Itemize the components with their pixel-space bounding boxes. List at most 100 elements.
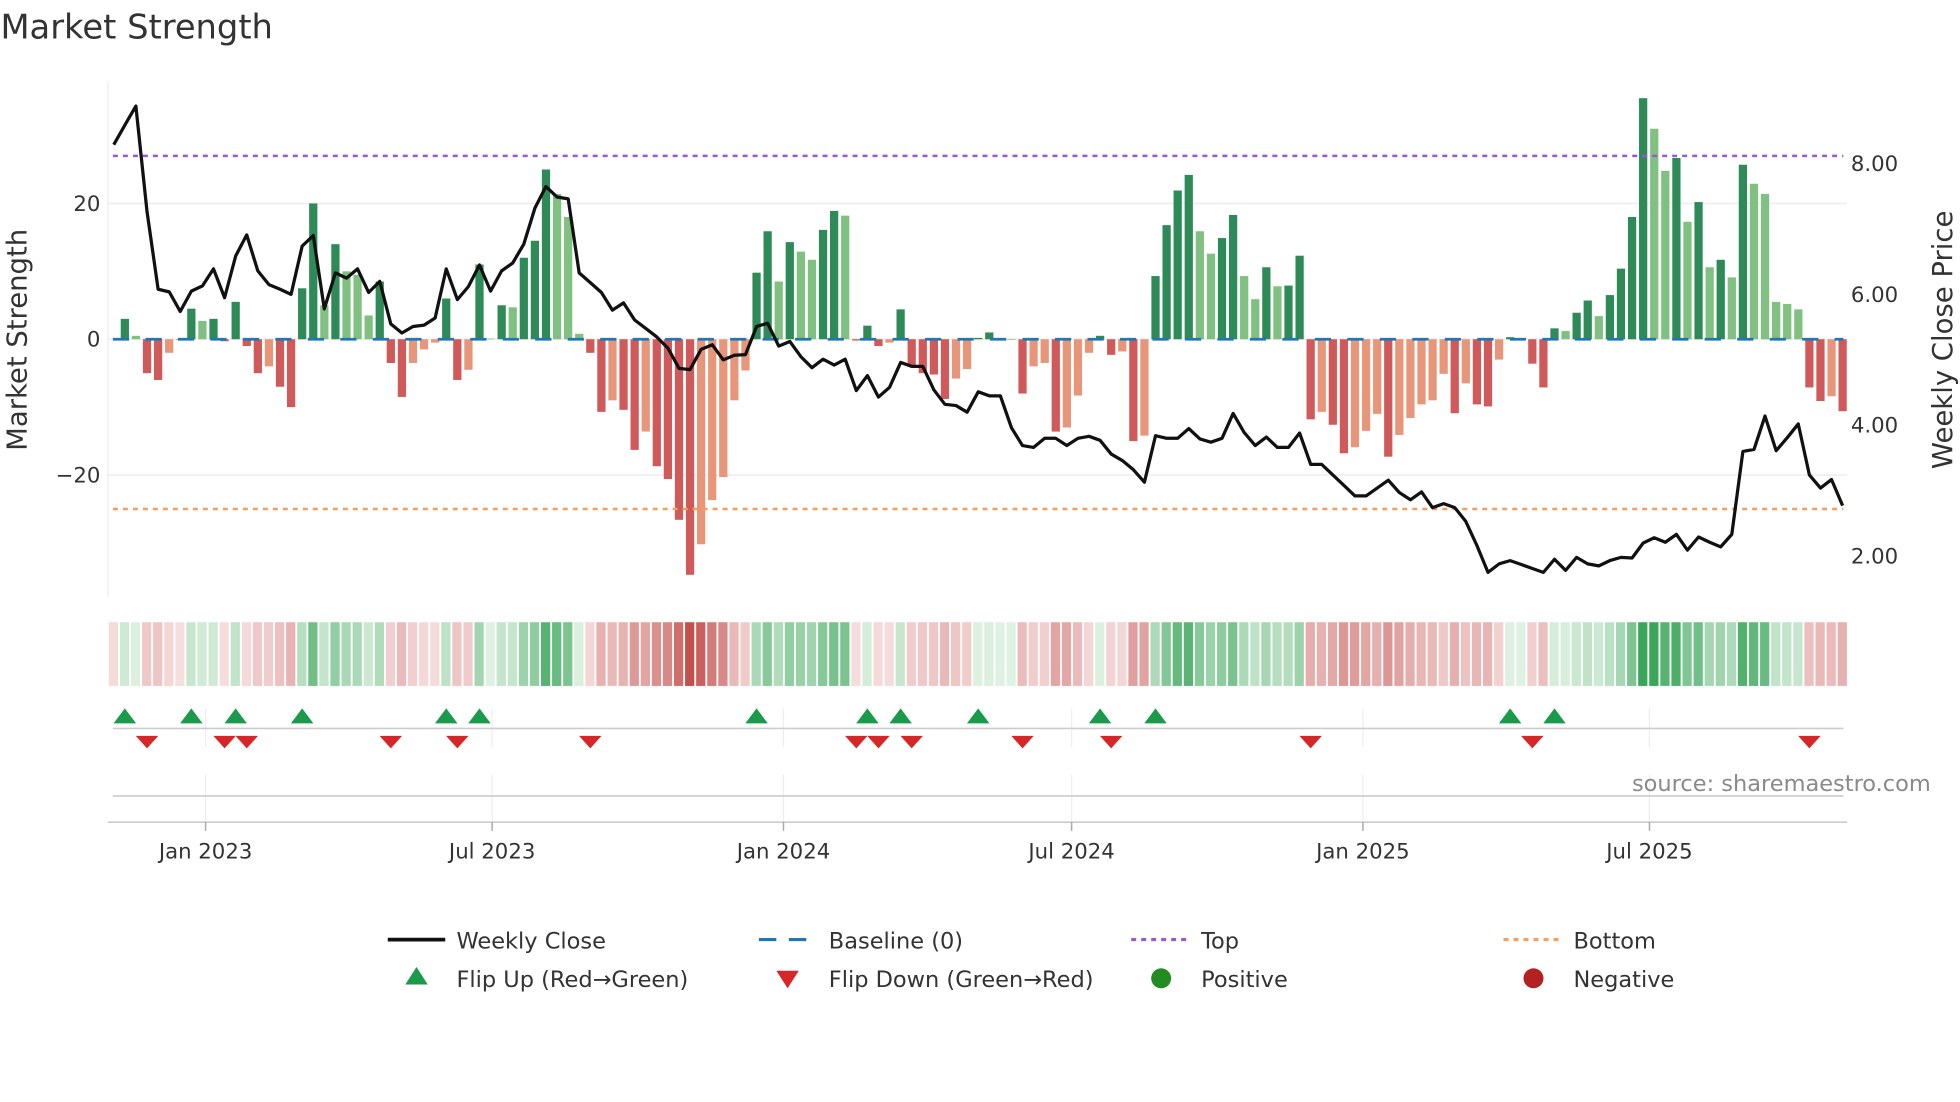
circle-icon bbox=[1151, 968, 1172, 989]
strength-bar bbox=[1805, 339, 1814, 388]
heatmap-cell bbox=[1172, 622, 1182, 686]
strength-bar bbox=[1184, 174, 1193, 340]
legend-negative[interactable]: Negative bbox=[1523, 967, 1675, 993]
heatmap-cell bbox=[352, 622, 362, 686]
strength-bar bbox=[1029, 339, 1038, 367]
strength-bar bbox=[309, 203, 318, 340]
strength-bar bbox=[708, 339, 717, 501]
strength-bar bbox=[1783, 303, 1792, 340]
strength-bar bbox=[1350, 339, 1360, 448]
heatmap-cell bbox=[1748, 622, 1759, 686]
heatmap-cell bbox=[662, 622, 673, 686]
heatmap-cell bbox=[585, 622, 595, 686]
strength-bar bbox=[286, 339, 296, 408]
strength-bar bbox=[1650, 128, 1659, 340]
legend-baseline[interactable]: Baseline (0) bbox=[758, 928, 963, 954]
legend-top[interactable]: Top bbox=[1131, 928, 1239, 954]
heatmap-cell bbox=[1150, 622, 1160, 686]
heatmap-cell bbox=[1294, 622, 1304, 686]
heatmap-cell bbox=[1272, 622, 1282, 686]
strength-bar bbox=[1550, 328, 1559, 340]
strength-bar bbox=[353, 274, 362, 340]
strength-bar bbox=[1705, 267, 1714, 340]
legend-label: Top bbox=[1200, 928, 1239, 954]
heatmap-cell bbox=[1837, 622, 1847, 686]
strength-bar bbox=[1118, 339, 1127, 352]
heatmap-cell bbox=[1084, 622, 1094, 686]
heatmap-cell bbox=[1039, 622, 1049, 686]
strength-bar bbox=[1228, 214, 1238, 340]
strength-bar bbox=[1738, 164, 1748, 340]
flip-down-marker bbox=[845, 735, 868, 749]
heatmap-cell bbox=[1516, 622, 1526, 686]
strength-bar bbox=[586, 339, 595, 353]
strength-bar bbox=[785, 242, 794, 340]
strength-bar bbox=[1417, 339, 1426, 405]
strength-bar bbox=[619, 339, 628, 410]
strength-bar bbox=[652, 339, 661, 467]
strength-bar bbox=[1627, 217, 1637, 340]
heatmap-cell bbox=[1106, 622, 1116, 686]
legend-flip-down[interactable]: Flip Down (Green→Red) bbox=[776, 967, 1094, 993]
strength-bar bbox=[364, 315, 373, 340]
strength-bar bbox=[907, 339, 916, 367]
strength-bar bbox=[1306, 339, 1315, 420]
heatmap-cell bbox=[396, 622, 407, 686]
heatmap-cell bbox=[618, 622, 628, 686]
heatmap-cell bbox=[1615, 622, 1626, 686]
heatmap-cell bbox=[1438, 622, 1448, 686]
heatmap-cell bbox=[452, 622, 462, 686]
legend-positive[interactable]: Positive bbox=[1151, 967, 1288, 993]
legend-weekly-close[interactable]: Weekly Close bbox=[387, 928, 606, 954]
heatmap-cell bbox=[685, 622, 695, 686]
strength-bar bbox=[298, 288, 307, 340]
strength-bar bbox=[1583, 300, 1592, 340]
heatmap-cell bbox=[840, 622, 850, 686]
flip-down-marker bbox=[1099, 735, 1123, 749]
heatmap-cell bbox=[1205, 622, 1216, 686]
strength-bar bbox=[1328, 339, 1337, 425]
strength-bar bbox=[1605, 295, 1615, 340]
legend-flip-up[interactable]: Flip Up (Red→Green) bbox=[405, 967, 688, 993]
strength-bar bbox=[342, 271, 351, 340]
heatmap-cell bbox=[751, 622, 761, 686]
heatmap-cell bbox=[1760, 622, 1770, 686]
strength-bar bbox=[1373, 339, 1382, 414]
strength-bar bbox=[331, 244, 340, 340]
strength-bar bbox=[1683, 221, 1692, 340]
strength-bar bbox=[1217, 238, 1227, 340]
strength-bar bbox=[663, 339, 673, 480]
legend-bottom[interactable]: Bottom bbox=[1503, 928, 1656, 954]
heatmap-cell bbox=[175, 622, 185, 686]
strength-bar bbox=[153, 339, 163, 380]
strength-bars bbox=[120, 98, 1847, 575]
heatmap-cell bbox=[1815, 622, 1825, 686]
flip-up-marker bbox=[290, 708, 314, 724]
strength-bar bbox=[951, 339, 961, 379]
strength-bar bbox=[1129, 339, 1138, 442]
strength-bar bbox=[1639, 98, 1648, 340]
heatmap-cell bbox=[1405, 622, 1415, 686]
strength-heatmap-strip bbox=[108, 622, 1847, 686]
strength-bar bbox=[142, 339, 152, 374]
strength-bar bbox=[209, 318, 218, 340]
marker-panel-gridlines bbox=[204, 708, 1651, 823]
heatmap-cell bbox=[241, 622, 252, 686]
heatmap-cell bbox=[485, 622, 495, 686]
strength-bar bbox=[730, 339, 739, 401]
heatmap-cell bbox=[1582, 622, 1592, 686]
strength-bar bbox=[1461, 339, 1470, 384]
strength-bar bbox=[453, 339, 462, 380]
heatmap-cell bbox=[1771, 622, 1781, 686]
circle-icon bbox=[1523, 968, 1544, 989]
strength-bar bbox=[419, 339, 429, 350]
flip-down-marker bbox=[1011, 735, 1034, 749]
heatmap-cell bbox=[330, 622, 340, 686]
legend-label: Negative bbox=[1573, 967, 1674, 993]
heatmap-cell bbox=[407, 622, 418, 686]
flip-up-marker bbox=[889, 708, 912, 724]
heatmap-cell bbox=[1471, 622, 1482, 686]
flip-down-marker bbox=[235, 735, 259, 749]
legend-label: Flip Down (Green→Red) bbox=[829, 967, 1094, 993]
heatmap-cell bbox=[363, 622, 373, 686]
